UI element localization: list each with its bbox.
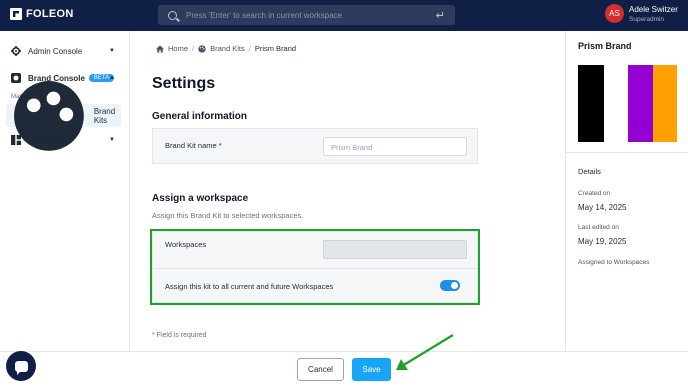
assigned-label: Assigned to Workspaces — [578, 259, 650, 266]
sidebar-item-label: Brand Kits — [93, 106, 116, 125]
breadcrumb-separator: / — [192, 44, 195, 53]
top-bar: FOLEON Press 'Enter' to search in curren… — [0, 0, 688, 31]
avatar[interactable]: AS — [605, 4, 624, 23]
created-label: Created on — [578, 190, 611, 197]
chevron-down-icon: ▼ — [109, 137, 115, 143]
sidebar: Admin Console ▼ Brand Console BETA ▲ Man… — [0, 31, 130, 388]
color-swatches — [578, 65, 677, 142]
brand-kit-name-label: Brand Kit name * — [165, 141, 222, 150]
breadcrumb-home[interactable]: Home — [168, 44, 188, 53]
gear-icon — [11, 46, 21, 56]
sidebar-item-brand-kits[interactable]: Brand Kits — [6, 80, 121, 151]
assign-workspace-heading: Assign a workspace — [152, 193, 249, 204]
general-info-panel: Brand Kit name * Prism Brand — [152, 128, 478, 164]
sidebar-item-label: Workspaces — [28, 135, 72, 145]
footer-bar — [0, 351, 688, 388]
sidebar-item-label: Admin Console — [28, 46, 83, 56]
logo-text: FOLEON — [26, 8, 74, 20]
breadcrumb-brand-kits[interactable]: Brand Kits — [210, 44, 245, 53]
foleon-logo[interactable]: FOLEON — [10, 8, 74, 20]
edited-label: Last edited on — [578, 224, 619, 231]
chevron-up-icon: ▲ — [109, 75, 115, 81]
palette-icon — [198, 44, 206, 53]
user-menu[interactable]: AS Adele Switzer Superadmin — [605, 4, 678, 23]
swatch-purple — [628, 65, 653, 142]
required-note: * Field is required — [152, 332, 207, 339]
cancel-button[interactable]: Cancel — [297, 358, 344, 381]
assign-workspace-hint: Assign this Brand Kit to selected worksp… — [152, 211, 304, 220]
save-button[interactable]: Save — [352, 358, 391, 381]
swatch-white — [604, 65, 628, 142]
swatch-orange — [653, 65, 677, 142]
brand-kit-name-input[interactable]: Prism Brand — [323, 137, 467, 156]
home-icon[interactable] — [156, 44, 164, 53]
chat-icon — [14, 360, 28, 375]
general-info-heading: General information — [152, 111, 248, 122]
enter-key-icon: ↵ — [435, 9, 445, 22]
breadcrumb: Home / Brand Kits / Prism Brand — [156, 44, 296, 53]
logo-icon — [10, 8, 22, 20]
breadcrumb-current: Prism Brand — [254, 44, 297, 53]
highlight-box — [150, 229, 480, 305]
main-content: Home / Brand Kits / Prism Brand Settings… — [130, 31, 565, 351]
created-value: May 14, 2025 — [578, 203, 627, 212]
search-input[interactable]: Press 'Enter' to search in current works… — [158, 5, 455, 25]
search-icon — [168, 10, 177, 20]
workspaces-icon — [11, 135, 21, 145]
user-role: Superadmin — [629, 15, 665, 23]
chat-button[interactable] — [6, 351, 36, 381]
page-title: Settings — [152, 75, 216, 92]
divider — [566, 152, 688, 153]
sidebar-item-workspaces[interactable]: Workspaces ▼ — [0, 130, 130, 150]
chevron-down-icon: ▼ — [109, 48, 115, 54]
sidebar-item-admin-console[interactable]: Admin Console ▼ — [0, 41, 130, 61]
edited-value: May 19, 2025 — [578, 237, 627, 246]
breadcrumb-separator: / — [248, 44, 251, 53]
swatch-black — [578, 65, 604, 142]
search-placeholder: Press 'Enter' to search in current works… — [186, 10, 343, 20]
brand-kit-details-panel: Prism Brand Details Created on May 14, 2… — [565, 31, 688, 388]
details-heading: Details — [578, 167, 601, 176]
brand-kit-title: Prism Brand — [578, 41, 632, 51]
user-name: Adele Switzer — [629, 4, 678, 14]
